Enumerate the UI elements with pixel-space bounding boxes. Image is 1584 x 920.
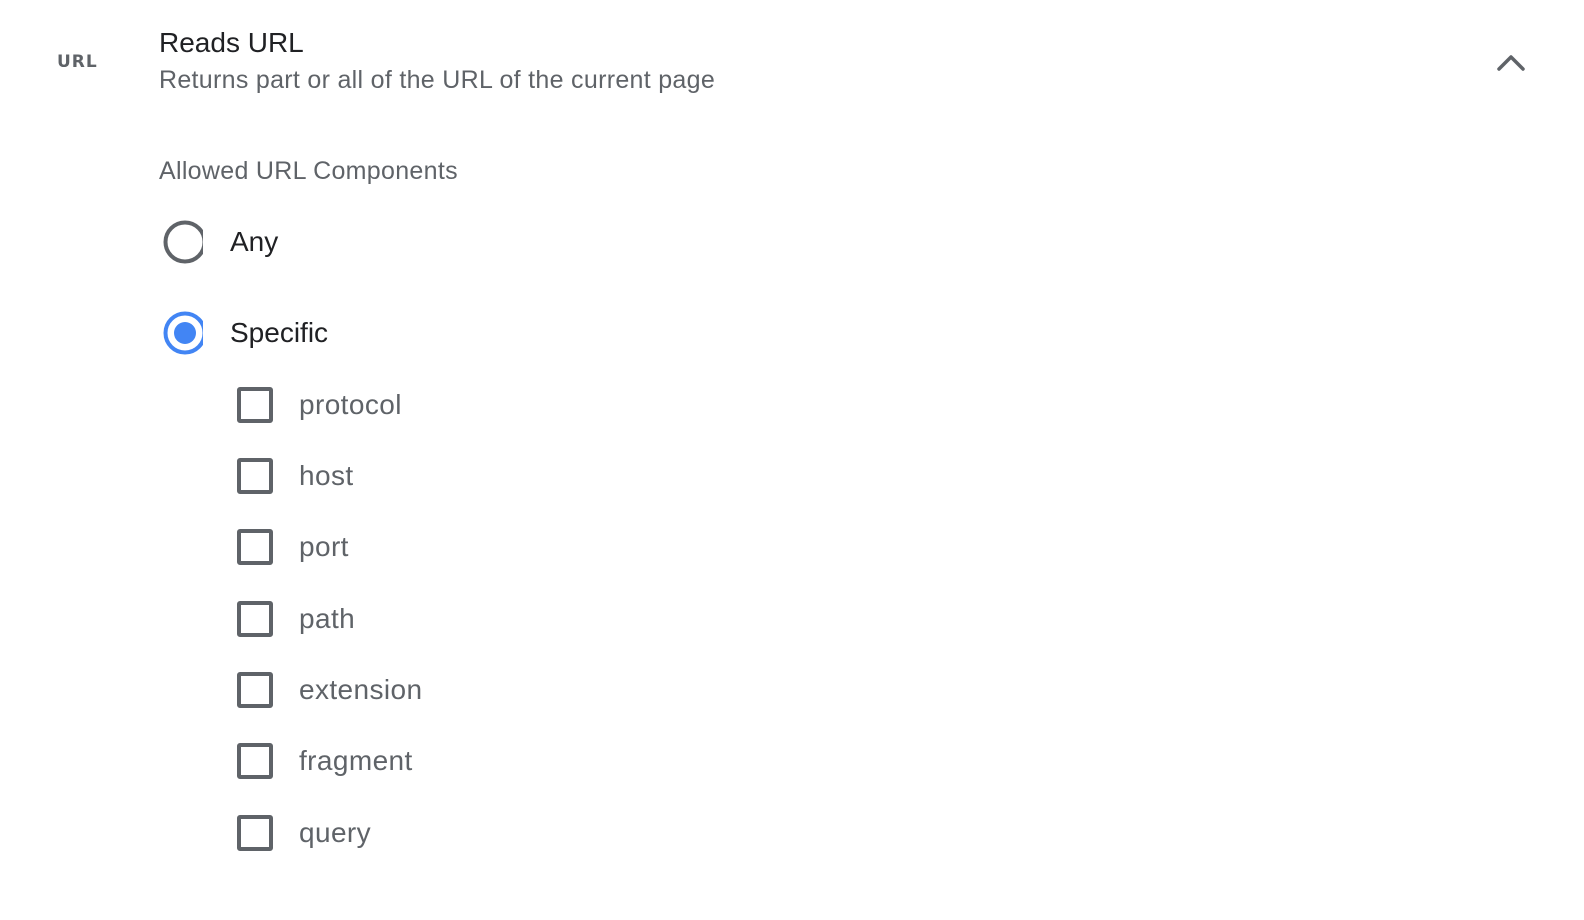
checkbox-label: protocol — [299, 389, 402, 420]
radio-button[interactable] — [159, 220, 207, 264]
checkbox-label: query — [299, 817, 372, 848]
radio-button[interactable] — [159, 311, 207, 355]
checkbox[interactable] — [237, 529, 273, 565]
checkbox-label: fragment — [299, 745, 413, 776]
radio-label: Specific — [230, 317, 329, 348]
allowed-components-label: Allowed URL Components — [159, 157, 458, 185]
checkbox-label: path — [299, 603, 356, 634]
collapse-button[interactable] — [1488, 42, 1534, 82]
checkbox-path[interactable]: path — [235, 597, 355, 641]
checkbox-query[interactable]: query — [235, 811, 371, 855]
checkbox[interactable] — [237, 743, 273, 779]
variable-description: Returns part or all of the URL of the cu… — [159, 66, 716, 94]
checkbox-fragment[interactable]: fragment — [235, 739, 413, 783]
radio-option-any[interactable]: Any — [159, 215, 278, 269]
radio-unselected-icon — [163, 220, 207, 264]
checkbox-extension[interactable]: extension — [235, 668, 422, 712]
checkbox[interactable] — [237, 458, 273, 494]
checkbox[interactable] — [237, 815, 273, 851]
variable-title: Reads URL — [159, 27, 304, 58]
url-icon: URL — [57, 52, 98, 72]
checkbox[interactable] — [237, 672, 273, 708]
checkbox-label: port — [299, 531, 349, 562]
radio-label: Any — [230, 226, 279, 257]
chevron-up-icon — [1497, 55, 1525, 71]
radio-option-specific[interactable]: Specific — [159, 306, 328, 360]
checkbox[interactable] — [237, 387, 273, 423]
checkbox[interactable] — [237, 601, 273, 637]
checkbox-protocol[interactable]: protocol — [235, 383, 402, 427]
radio-selected-icon — [163, 311, 207, 355]
variable-header[interactable]: URL Reads URL Returns part or all of the… — [0, 0, 1584, 120]
checkbox-host[interactable]: host — [235, 454, 354, 498]
checkbox-label: host — [299, 460, 354, 491]
checkbox-label: extension — [299, 674, 423, 705]
checkbox-port[interactable]: port — [235, 525, 349, 569]
